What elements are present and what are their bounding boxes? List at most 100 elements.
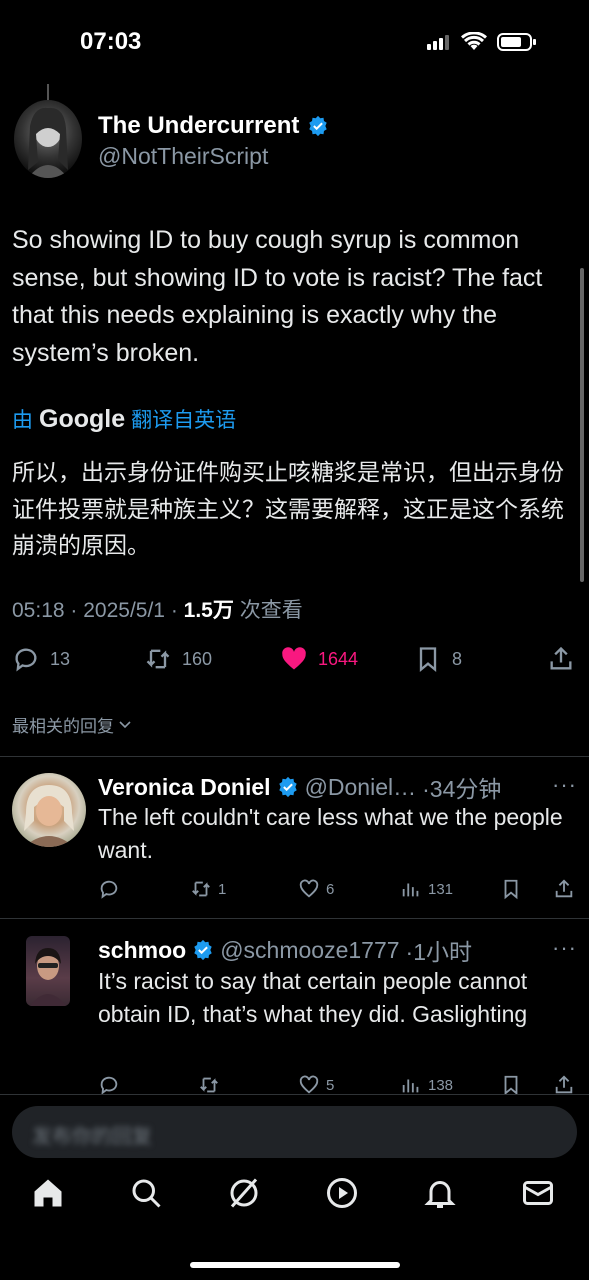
avatar-portrait bbox=[30, 948, 66, 1006]
reply-button[interactable] bbox=[98, 1074, 120, 1096]
verified-badge-icon bbox=[309, 115, 328, 137]
divider bbox=[0, 756, 589, 757]
thread-line bbox=[47, 84, 49, 100]
notifications-icon[interactable] bbox=[422, 1175, 458, 1211]
tweet-date: 2025/5/1 bbox=[83, 599, 165, 622]
heart-icon bbox=[299, 1075, 319, 1094]
heart-icon bbox=[299, 879, 319, 898]
like-count: 6 bbox=[326, 880, 335, 898]
translate-suffix: 翻译自英语 bbox=[131, 409, 237, 432]
tweet-time: 05:18 bbox=[12, 599, 65, 622]
author-handle[interactable]: @NotTheirScript bbox=[98, 143, 268, 170]
retweet-icon bbox=[200, 1077, 218, 1093]
share-button[interactable] bbox=[553, 878, 575, 900]
avatar[interactable] bbox=[26, 936, 70, 1006]
avatar[interactable] bbox=[12, 773, 86, 847]
like-button[interactable]: 5 bbox=[298, 1074, 334, 1096]
reply-author-name: schmoo bbox=[98, 936, 187, 963]
translate-prefix: 由 bbox=[12, 409, 33, 432]
scrollbar[interactable] bbox=[580, 268, 584, 582]
like-count: 5 bbox=[326, 1076, 335, 1094]
translated-text: 所以，出示身份证件购买止咳糖浆是常识，但出示身份证件投票就是种族主义？这需要解释… bbox=[12, 459, 564, 558]
tweet-views: 1.5万 bbox=[183, 599, 234, 622]
reply-handle: @schmooze1777 bbox=[220, 936, 400, 963]
grok-icon[interactable] bbox=[226, 1175, 262, 1211]
reply-sort-dropdown[interactable]: 最相关的回复 bbox=[12, 712, 132, 737]
verified-badge-icon bbox=[278, 776, 297, 798]
retweet-icon bbox=[146, 649, 170, 669]
divider bbox=[0, 918, 589, 919]
retweet-button[interactable]: 1 bbox=[190, 878, 226, 900]
views-button[interactable]: 131 bbox=[400, 878, 453, 900]
reply-text: It’s racist to say that certain people c… bbox=[98, 968, 528, 1027]
like-button[interactable]: 1644 bbox=[280, 645, 358, 673]
bookmark-icon bbox=[504, 879, 518, 900]
bookmark-count: 8 bbox=[452, 648, 463, 669]
avatar-portrait bbox=[24, 785, 74, 847]
reply-placeholder: 发布你的回复 bbox=[32, 1126, 152, 1148]
avatar-portrait bbox=[28, 107, 68, 178]
reply-time: ·1小时 bbox=[405, 939, 472, 965]
google-logo: Google bbox=[39, 404, 126, 433]
views-label: 次查看 bbox=[239, 599, 303, 622]
share-icon bbox=[555, 1075, 573, 1094]
heart-filled-icon bbox=[282, 647, 306, 670]
search-icon[interactable] bbox=[128, 1175, 164, 1211]
reply-author[interactable]: Veronica Doniel @Doniel… ·34分钟 bbox=[98, 770, 501, 804]
more-options-icon[interactable]: ··· bbox=[552, 935, 577, 961]
reply-actions: 1 6 131 bbox=[98, 878, 578, 902]
views-button[interactable]: 138 bbox=[400, 1074, 453, 1096]
tweet-actions: 13 160 1644 8 bbox=[12, 645, 577, 679]
share-button[interactable] bbox=[553, 1074, 575, 1096]
translation-attribution[interactable]: 由 Google 翻译自英语 bbox=[12, 404, 236, 434]
tweet-text: So showing ID to buy cough syrup is comm… bbox=[12, 226, 543, 367]
views-count: 138 bbox=[428, 1076, 454, 1094]
reply-button[interactable] bbox=[98, 878, 120, 900]
views-count: 131 bbox=[428, 880, 454, 898]
divider bbox=[0, 1094, 589, 1095]
bookmark-button[interactable] bbox=[500, 878, 522, 900]
author-name-text: The Undercurrent bbox=[98, 112, 300, 139]
bookmark-button[interactable] bbox=[500, 1074, 522, 1096]
status-time: 07:03 bbox=[80, 28, 142, 55]
author-name[interactable]: The Undercurrent bbox=[98, 112, 329, 140]
reply-text: The left couldn't care less what we the … bbox=[98, 804, 563, 863]
video-icon[interactable] bbox=[324, 1175, 360, 1211]
home-icon[interactable] bbox=[30, 1175, 66, 1211]
retweet-count: 160 bbox=[182, 648, 213, 669]
reply-icon bbox=[100, 880, 118, 899]
bookmark-button[interactable]: 8 bbox=[414, 645, 462, 673]
retweet-button[interactable]: 160 bbox=[144, 645, 212, 673]
bottom-nav bbox=[0, 1175, 589, 1235]
reply-author[interactable]: schmoo @schmooze1777 ·1小时 bbox=[98, 933, 472, 967]
reply-count: 13 bbox=[50, 648, 71, 669]
verified-badge-icon bbox=[194, 939, 212, 961]
share-button[interactable] bbox=[547, 645, 575, 673]
reply-button[interactable]: 13 bbox=[12, 645, 70, 673]
share-icon bbox=[555, 879, 573, 898]
reply-author-name: Veronica Doniel bbox=[98, 773, 271, 800]
share-icon bbox=[550, 646, 572, 670]
like-count: 1644 bbox=[318, 648, 359, 669]
tweet-meta: 05:18 · 2025/5/1 · 1.5万 次查看 bbox=[12, 599, 303, 622]
reply-icon bbox=[15, 648, 37, 672]
chevron-down-icon bbox=[119, 720, 131, 728]
reply-time: ·34分钟 bbox=[422, 776, 502, 802]
like-button[interactable]: 6 bbox=[298, 878, 334, 900]
reply-icon bbox=[100, 1076, 118, 1095]
signal-icon bbox=[427, 34, 451, 50]
messages-icon[interactable] bbox=[520, 1175, 556, 1211]
bookmark-icon bbox=[504, 1075, 518, 1096]
author-avatar[interactable] bbox=[14, 100, 82, 178]
status-icons bbox=[427, 32, 537, 52]
retweet-count: 1 bbox=[218, 880, 227, 898]
bookmark-icon bbox=[419, 647, 437, 672]
views-icon bbox=[402, 883, 419, 897]
sort-label: 最相关的回复 bbox=[12, 717, 114, 736]
retweet-button[interactable] bbox=[198, 1074, 220, 1096]
home-indicator[interactable] bbox=[190, 1262, 400, 1268]
reply-handle: @Doniel… bbox=[304, 773, 417, 800]
retweet-icon bbox=[192, 881, 210, 897]
more-options-icon[interactable]: ··· bbox=[552, 772, 577, 798]
wifi-icon bbox=[461, 32, 487, 50]
